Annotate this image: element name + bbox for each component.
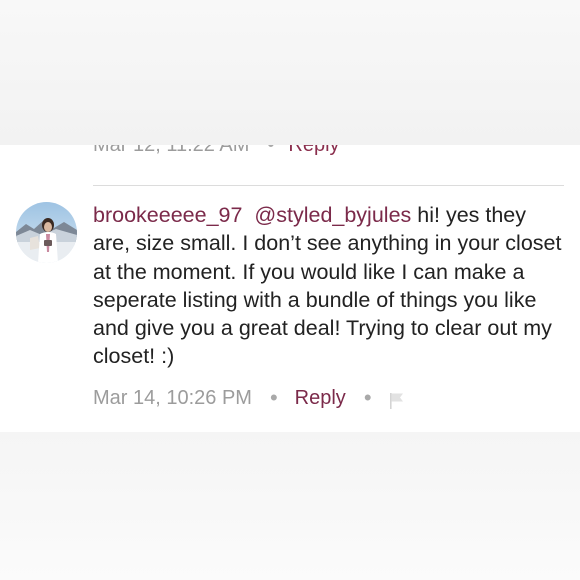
previous-comment-timestamp: Mar 12, 11:22 AM — [93, 145, 250, 156]
comment-username[interactable]: brookeeeee_97 — [93, 203, 242, 227]
previous-comment-meta: Mar 12, 11:22 AM • Reply — [93, 145, 340, 160]
comment-body: brookeeeee_97 @styled_byjules hi! yes th… — [93, 201, 563, 371]
avatar-photo-icon — [16, 202, 77, 263]
reply-link[interactable]: Reply — [295, 383, 346, 413]
previous-meta-separator: • — [267, 145, 275, 156]
background-bottom — [0, 432, 580, 580]
comment-timestamp: Mar 14, 10:26 PM — [93, 387, 252, 409]
flag-icon[interactable] — [389, 389, 405, 409]
comment-divider — [93, 185, 564, 186]
comment-meta: Mar 14, 10:26 PM • Reply • — [93, 383, 405, 413]
avatar[interactable] — [16, 202, 77, 263]
meta-separator-2: • — [363, 385, 372, 410]
comment-text: hi! yes they are, size small. I don’t se… — [93, 203, 562, 369]
background-top — [0, 0, 580, 145]
meta-separator: • — [269, 385, 278, 410]
previous-reply-link[interactable]: Reply — [288, 145, 339, 156]
comment-card: Mar 12, 11:22 AM • Reply brookeeeee_97 @st… — [0, 145, 580, 432]
comment-mention[interactable]: @styled_byjules — [254, 203, 411, 227]
